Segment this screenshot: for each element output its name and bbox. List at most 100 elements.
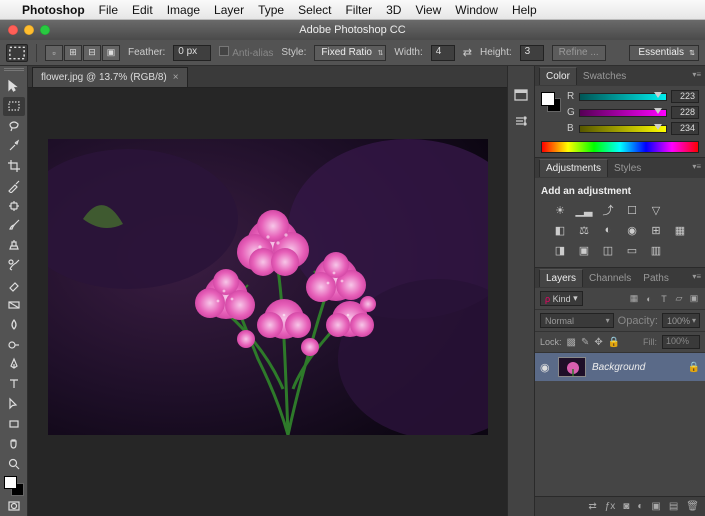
new-group-icon[interactable]: ▣: [651, 501, 660, 512]
layer-thumbnail[interactable]: [558, 357, 586, 377]
swap-dimensions-icon[interactable]: ⇄: [463, 46, 472, 59]
panel-grip-icon[interactable]: [4, 68, 24, 74]
menu-help[interactable]: Help: [512, 3, 537, 17]
layer-row[interactable]: ◉ Background 🔒: [535, 353, 705, 381]
menu-select[interactable]: Select: [298, 3, 331, 17]
menu-file[interactable]: File: [99, 3, 118, 17]
channel-mixer-icon[interactable]: ⊞: [647, 223, 665, 237]
path-selection-tool[interactable]: [3, 395, 25, 414]
eraser-tool[interactable]: [3, 276, 25, 295]
gradient-map-icon[interactable]: ▭: [623, 243, 641, 257]
width-input[interactable]: 4: [431, 45, 455, 61]
posterize-icon[interactable]: ▣: [575, 243, 593, 257]
quick-selection-tool[interactable]: [3, 137, 25, 156]
filter-adjust-icon[interactable]: ◐: [643, 293, 655, 305]
blur-tool[interactable]: [3, 315, 25, 334]
document-tab[interactable]: flower.jpg @ 13.7% (RGB/8) ×: [32, 67, 188, 87]
hand-tool[interactable]: [3, 434, 25, 453]
eyedropper-tool[interactable]: [3, 176, 25, 195]
invert-icon[interactable]: ◨: [551, 243, 569, 257]
dodge-tool[interactable]: [3, 335, 25, 354]
visibility-eye-icon[interactable]: ◉: [540, 361, 552, 374]
refine-edge-button[interactable]: Refine ...: [552, 45, 606, 61]
menu-edit[interactable]: Edit: [132, 3, 153, 17]
antialias-checkbox[interactable]: Anti-alias: [219, 46, 273, 59]
filter-type-icon[interactable]: T: [658, 293, 670, 305]
menu-type[interactable]: Type: [258, 3, 284, 17]
vibrance-icon[interactable]: ▽: [647, 203, 665, 217]
zoom-tool[interactable]: [3, 454, 25, 473]
fill-input[interactable]: 100%: [662, 335, 700, 349]
g-slider[interactable]: [579, 109, 667, 117]
panel-fg-bg-swatch[interactable]: [541, 92, 561, 112]
canvas[interactable]: [48, 139, 488, 435]
quick-mask-tool[interactable]: [3, 497, 25, 516]
gradient-tool[interactable]: [3, 295, 25, 314]
menu-window[interactable]: Window: [455, 3, 498, 17]
canvas-viewport[interactable]: [28, 88, 507, 516]
feather-input[interactable]: 0 px: [173, 45, 211, 61]
brightness-contrast-icon[interactable]: ☀: [551, 203, 569, 217]
selection-intersect-button[interactable]: ▣: [102, 45, 120, 61]
style-dropdown[interactable]: Fixed Ratio: [314, 45, 386, 61]
panel-menu-icon[interactable]: ▾≡: [692, 162, 701, 171]
lock-transparency-icon[interactable]: ▩: [567, 337, 576, 348]
levels-icon[interactable]: ▁▃: [575, 203, 593, 217]
rectangular-marquee-tool[interactable]: [3, 97, 25, 116]
filter-smart-icon[interactable]: ▣: [688, 293, 700, 305]
menu-3d[interactable]: 3D: [386, 3, 401, 17]
tab-layers[interactable]: Layers: [539, 269, 583, 287]
clone-stamp-tool[interactable]: [3, 236, 25, 255]
layer-mask-icon[interactable]: ◙: [623, 501, 629, 512]
blend-mode-dropdown[interactable]: Normal: [540, 313, 614, 328]
crop-tool[interactable]: [3, 156, 25, 175]
photo-filter-icon[interactable]: ◉: [623, 223, 641, 237]
lock-all-icon[interactable]: 🔒: [608, 337, 620, 348]
panel-menu-icon[interactable]: ▾≡: [692, 70, 701, 79]
foreground-background-swatch[interactable]: [4, 476, 24, 496]
window-minimize-button[interactable]: [24, 25, 34, 35]
lasso-tool[interactable]: [3, 117, 25, 136]
history-brush-tool[interactable]: [3, 256, 25, 275]
menu-image[interactable]: Image: [167, 3, 200, 17]
g-value[interactable]: 228: [671, 106, 699, 119]
new-layer-icon[interactable]: ▤: [669, 501, 678, 512]
opacity-input[interactable]: 100%: [662, 313, 700, 328]
lock-pixels-icon[interactable]: ✎: [581, 337, 589, 348]
window-close-button[interactable]: [8, 25, 18, 35]
window-zoom-button[interactable]: [40, 25, 50, 35]
close-icon[interactable]: ×: [173, 72, 179, 83]
brush-tool[interactable]: [3, 216, 25, 235]
tab-paths[interactable]: Paths: [637, 270, 675, 287]
delete-layer-icon[interactable]: 🗑: [686, 501, 699, 512]
new-adjustment-icon[interactable]: ◐: [637, 501, 643, 512]
color-lookup-icon[interactable]: ▦: [671, 223, 689, 237]
layer-name[interactable]: Background: [592, 362, 682, 373]
selective-color-icon[interactable]: ▥: [647, 243, 665, 257]
height-input[interactable]: 3: [520, 45, 544, 61]
b-value[interactable]: 234: [671, 122, 699, 135]
tab-swatches[interactable]: Swatches: [577, 68, 632, 85]
selection-add-button[interactable]: ⊞: [64, 45, 82, 61]
rectangle-tool[interactable]: [3, 415, 25, 434]
tab-adjustments[interactable]: Adjustments: [539, 159, 608, 177]
bw-icon[interactable]: ◐: [599, 223, 617, 237]
tab-styles[interactable]: Styles: [608, 160, 647, 177]
layer-style-icon[interactable]: ƒx: [605, 501, 616, 512]
filter-pixel-icon[interactable]: ▦: [628, 293, 640, 305]
panel-menu-icon[interactable]: ▾≡: [692, 272, 701, 281]
link-layers-icon[interactable]: ⇄: [588, 501, 596, 512]
pen-tool[interactable]: [3, 355, 25, 374]
menu-layer[interactable]: Layer: [214, 3, 244, 17]
r-value[interactable]: 223: [671, 90, 699, 103]
threshold-icon[interactable]: ◫: [599, 243, 617, 257]
move-tool[interactable]: [3, 77, 25, 96]
workspace-switcher[interactable]: Essentials: [629, 45, 699, 61]
color-balance-icon[interactable]: ⚖: [575, 223, 593, 237]
curves-icon[interactable]: ⤴: [599, 203, 617, 217]
menu-view[interactable]: View: [415, 3, 441, 17]
tab-channels[interactable]: Channels: [583, 270, 637, 287]
history-panel-icon[interactable]: [512, 86, 530, 104]
layer-filter-kind[interactable]: ρ Kind ▾: [540, 291, 583, 306]
hue-sat-icon[interactable]: ◧: [551, 223, 569, 237]
